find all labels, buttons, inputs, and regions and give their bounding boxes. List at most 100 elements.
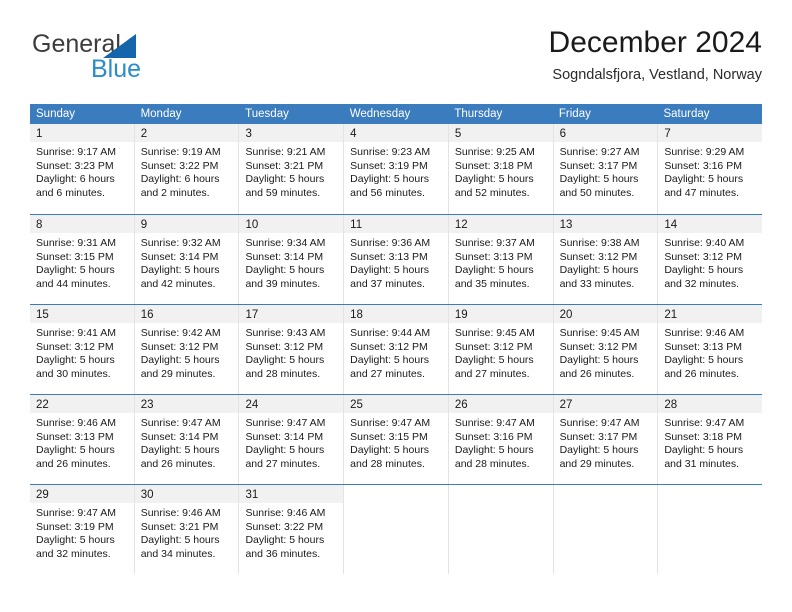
day-cell[interactable]: 14 Sunrise: 9:40 AM Sunset: 3:12 PM Dayl… [658, 215, 763, 304]
day-details: Sunrise: 9:17 AM Sunset: 3:23 PM Dayligh… [30, 142, 134, 200]
day-cell[interactable]: 22 Sunrise: 9:46 AM Sunset: 3:13 PM Dayl… [30, 395, 135, 484]
day-cell[interactable]: 16 Sunrise: 9:42 AM Sunset: 3:12 PM Dayl… [134, 305, 240, 394]
calendar-page: General Blue December 2024 Sogndalsfjora… [0, 0, 792, 612]
day-number: 20 [559, 309, 573, 321]
daylight-text-line2: and 35 minutes. [454, 277, 530, 290]
daynum-band: 29 [30, 485, 134, 503]
sunrise-text: Sunrise: 9:44 AM [350, 327, 431, 339]
day-cell[interactable]: 27 Sunrise: 9:47 AM Sunset: 3:17 PM Dayl… [553, 395, 659, 484]
daynum-band [344, 485, 448, 503]
day-cell[interactable]: 25 Sunrise: 9:47 AM Sunset: 3:15 PM Dayl… [344, 395, 449, 484]
day-cell[interactable]: 5 Sunrise: 9:25 AM Sunset: 3:18 PM Dayli… [448, 124, 554, 214]
day-details: Sunrise: 9:44 AM Sunset: 3:12 PM Dayligh… [344, 323, 448, 381]
sunrise-text: Sunrise: 9:31 AM [36, 237, 116, 249]
day-number: 11 [350, 219, 363, 231]
sunrise-text: Sunrise: 9:47 AM [664, 417, 745, 429]
daylight-text-line2: and 37 minutes. [350, 277, 425, 290]
daylight-text-line1: Daylight: 5 hours [664, 264, 744, 277]
day-number: 30 [140, 489, 154, 501]
day-number: 6 [559, 128, 566, 140]
daylight-text-line2: and 28 minutes. [245, 367, 321, 380]
day-number: 21 [664, 309, 678, 321]
day-cell[interactable]: 2 Sunrise: 9:19 AM Sunset: 3:22 PM Dayli… [134, 124, 240, 214]
weekday-header-thursday: Thursday [454, 108, 503, 120]
location-subtitle: Sogndalsfjora, Vestland, Norway [552, 66, 762, 83]
daynum-band: 22 [30, 395, 134, 413]
daylight-text-line1: Daylight: 5 hours [245, 354, 325, 367]
day-cell[interactable]: 4 Sunrise: 9:23 AM Sunset: 3:19 PM Dayli… [344, 124, 449, 214]
sunset-text: Sunset: 3:12 PM [36, 340, 114, 353]
daynum-band: 4 [344, 124, 448, 142]
sunset-text: Sunset: 3:22 PM [140, 159, 219, 172]
daylight-text-line1: Daylight: 5 hours [664, 444, 744, 457]
daylight-text-line2: and 34 minutes. [140, 547, 216, 560]
day-cell[interactable]: 20 Sunrise: 9:45 AM Sunset: 3:12 PM Dayl… [553, 305, 659, 394]
day-cell[interactable]: 18 Sunrise: 9:44 AM Sunset: 3:12 PM Dayl… [344, 305, 449, 394]
sunrise-text: Sunrise: 9:34 AM [245, 237, 326, 249]
daynum-band: 23 [134, 395, 239, 413]
daynum-band [449, 485, 553, 503]
weekday-header-saturday: Saturday [663, 108, 710, 120]
day-number: 3 [245, 128, 252, 140]
week-row: 15 Sunrise: 9:41 AM Sunset: 3:12 PM Dayl… [30, 304, 763, 394]
day-number: 5 [454, 128, 462, 140]
day-cell[interactable]: 7 Sunrise: 9:29 AM Sunset: 3:16 PM Dayli… [658, 124, 763, 214]
day-details: Sunrise: 9:46 AM Sunset: 3:22 PM Dayligh… [239, 503, 343, 561]
day-cell[interactable]: 10 Sunrise: 9:34 AM Sunset: 3:14 PM Dayl… [239, 215, 345, 304]
day-number: 13 [559, 219, 573, 231]
day-cell[interactable]: 26 Sunrise: 9:47 AM Sunset: 3:16 PM Dayl… [448, 395, 554, 484]
sunset-text: Sunset: 3:22 PM [245, 520, 324, 533]
day-cell[interactable]: 23 Sunrise: 9:47 AM Sunset: 3:14 PM Dayl… [134, 395, 240, 484]
day-cell[interactable]: 9 Sunrise: 9:32 AM Sunset: 3:14 PM Dayli… [134, 215, 240, 304]
day-details: Sunrise: 9:45 AM Sunset: 3:12 PM Dayligh… [449, 323, 553, 381]
daylight-text-line1: Daylight: 5 hours [454, 173, 534, 186]
daylight-text-line1: Daylight: 5 hours [245, 173, 325, 186]
sunrise-text: Sunrise: 9:21 AM [245, 146, 326, 158]
day-cell[interactable]: 8 Sunrise: 9:31 AM Sunset: 3:15 PM Dayli… [30, 215, 135, 304]
day-cell[interactable]: 24 Sunrise: 9:47 AM Sunset: 3:14 PM Dayl… [239, 395, 345, 484]
day-cell[interactable]: 3 Sunrise: 9:21 AM Sunset: 3:21 PM Dayli… [239, 124, 345, 214]
day-number: 27 [559, 399, 573, 411]
day-cell[interactable]: 31 Sunrise: 9:46 AM Sunset: 3:22 PM Dayl… [239, 485, 345, 574]
day-cell[interactable]: 30 Sunrise: 9:46 AM Sunset: 3:21 PM Dayl… [134, 485, 240, 574]
daylight-text-line2: and 42 minutes. [140, 277, 216, 290]
day-number: 26 [454, 399, 468, 411]
day-cell[interactable]: 11 Sunrise: 9:36 AM Sunset: 3:13 PM Dayl… [344, 215, 449, 304]
day-details: Sunrise: 9:45 AM Sunset: 3:12 PM Dayligh… [554, 323, 658, 381]
weekday-header-tuesday: Tuesday [245, 108, 289, 120]
day-cell[interactable]: 12 Sunrise: 9:37 AM Sunset: 3:13 PM Dayl… [448, 215, 554, 304]
day-cell[interactable]: 1 Sunrise: 9:17 AM Sunset: 3:23 PM Dayli… [30, 124, 135, 214]
day-cell[interactable]: 21 Sunrise: 9:46 AM Sunset: 3:13 PM Dayl… [658, 305, 763, 394]
daylight-text-line1: Daylight: 5 hours [664, 173, 744, 186]
sunrise-text: Sunrise: 9:38 AM [559, 237, 640, 249]
daylight-text-line1: Daylight: 5 hours [140, 534, 220, 547]
day-cell-empty [448, 485, 554, 574]
sunset-text: Sunset: 3:21 PM [245, 159, 324, 172]
daynum-band: 17 [239, 305, 344, 323]
daylight-text-line2: and 52 minutes. [454, 186, 530, 199]
day-cell[interactable]: 13 Sunrise: 9:38 AM Sunset: 3:12 PM Dayl… [553, 215, 659, 304]
sunrise-text: Sunrise: 9:40 AM [664, 237, 745, 249]
day-cell[interactable]: 17 Sunrise: 9:43 AM Sunset: 3:12 PM Dayl… [239, 305, 345, 394]
daylight-text-line1: Daylight: 6 hours [36, 173, 115, 186]
day-number: 31 [245, 489, 259, 501]
daynum-band: 30 [134, 485, 239, 503]
sunset-text: Sunset: 3:19 PM [350, 159, 428, 172]
day-cell[interactable]: 15 Sunrise: 9:41 AM Sunset: 3:12 PM Dayl… [30, 305, 135, 394]
daynum-band: 9 [134, 215, 239, 233]
logo-text-blue: Blue [91, 55, 142, 83]
day-details: Sunrise: 9:37 AM Sunset: 3:13 PM Dayligh… [449, 233, 553, 291]
day-cell-empty [658, 485, 763, 574]
day-cell[interactable]: 6 Sunrise: 9:27 AM Sunset: 3:17 PM Dayli… [553, 124, 659, 214]
sunset-text: Sunset: 3:17 PM [559, 159, 638, 172]
day-details: Sunrise: 9:42 AM Sunset: 3:12 PM Dayligh… [135, 323, 239, 381]
sunrise-text: Sunrise: 9:46 AM [664, 327, 745, 339]
sunrise-text: Sunrise: 9:46 AM [36, 417, 116, 429]
day-number: 7 [664, 128, 671, 140]
day-cell[interactable]: 29 Sunrise: 9:47 AM Sunset: 3:19 PM Dayl… [30, 485, 135, 574]
sunset-text: Sunset: 3:23 PM [36, 159, 114, 172]
day-details: Sunrise: 9:47 AM Sunset: 3:17 PM Dayligh… [554, 413, 658, 471]
day-cell[interactable]: 19 Sunrise: 9:45 AM Sunset: 3:12 PM Dayl… [448, 305, 554, 394]
daylight-text-line2: and 29 minutes. [140, 367, 216, 380]
day-cell[interactable]: 28 Sunrise: 9:47 AM Sunset: 3:18 PM Dayl… [658, 395, 763, 484]
